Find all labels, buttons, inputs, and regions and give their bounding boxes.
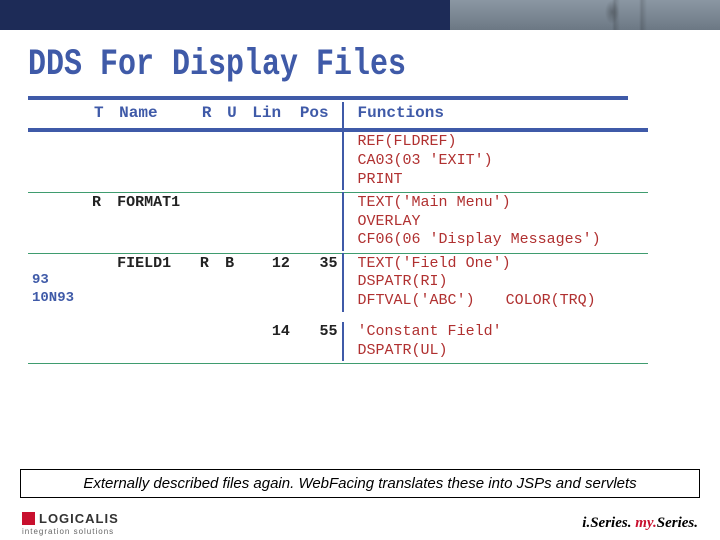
col-r: R <box>196 102 221 130</box>
cell-name: FORMAT1 <box>113 192 196 251</box>
slide-title: DDS For Display Files <box>28 44 700 87</box>
table-row: x 93 10N93 FIELD1 R B 12 35 TEXT('Field … <box>28 253 648 312</box>
logo-text: LOGICALIS <box>39 511 119 526</box>
table-row: REF(FLDREF) CA03(03 'EXIT') PRINT <box>28 130 648 190</box>
table-row: R FORMAT1 TEXT('Main Menu') OVERLAY CF06… <box>28 192 648 251</box>
func-text: DSPATR(UL) <box>358 342 644 361</box>
cell-pos: 35 <box>294 253 343 312</box>
dds-header: T Name R U Lin Pos Functions <box>28 102 648 130</box>
cell-r: R <box>196 253 221 312</box>
func-text: CA03(03 'EXIT') <box>358 152 644 171</box>
cell-pos: 55 <box>294 322 343 362</box>
func-text: PRINT <box>358 171 644 190</box>
col-functions: Functions <box>343 102 648 130</box>
func-text: DFTVAL('ABC') <box>358 292 475 309</box>
series-text: i.Series. my.Series. <box>582 515 698 532</box>
func-text: COLOR(TRQ) <box>506 292 596 309</box>
header-bar <box>0 0 720 38</box>
col-t: T <box>88 102 113 130</box>
header-photo <box>450 0 720 30</box>
footer: LOGICALIS integration solutions i.Series… <box>0 506 720 540</box>
cell-lin: 12 <box>246 253 294 312</box>
func-text: TEXT('Field One') <box>358 255 644 274</box>
logo-subtext: integration solutions <box>22 527 114 536</box>
indicator: 93 <box>32 272 84 290</box>
logicalis-logo: LOGICALIS integration solutions <box>22 511 119 536</box>
slide-body: DDS For Display Files T Name R U Lin Pos… <box>0 38 720 364</box>
cell-t: R <box>88 192 113 251</box>
func-text: 'Constant Field' <box>358 323 644 342</box>
dds-table: T Name R U Lin Pos Functions REF(FLDREF)… <box>28 102 648 364</box>
table-row: 14 55 'Constant Field' DSPATR(UL) <box>28 322 648 362</box>
indicator: 10N93 <box>32 290 84 308</box>
logo-square-icon <box>22 512 35 525</box>
func-text: REF(FLDREF) <box>358 133 644 152</box>
func-text: OVERLAY <box>358 213 644 232</box>
col-lin: Lin <box>246 102 294 130</box>
title-underline <box>28 96 628 100</box>
col-name: Name <box>113 102 196 130</box>
cell-lin: 14 <box>246 322 294 362</box>
func-text: DSPATR(RI) <box>358 273 644 292</box>
func-text: CF06(06 'Display Messages') <box>358 231 644 250</box>
func-text: TEXT('Main Menu') <box>358 194 644 213</box>
cell-name: FIELD1 <box>113 253 196 312</box>
cell-u: B <box>221 253 246 312</box>
col-pos: Pos <box>294 102 343 130</box>
caption-box: Externally described files again. WebFac… <box>20 469 700 498</box>
col-u: U <box>221 102 246 130</box>
header-stripe <box>0 30 720 38</box>
